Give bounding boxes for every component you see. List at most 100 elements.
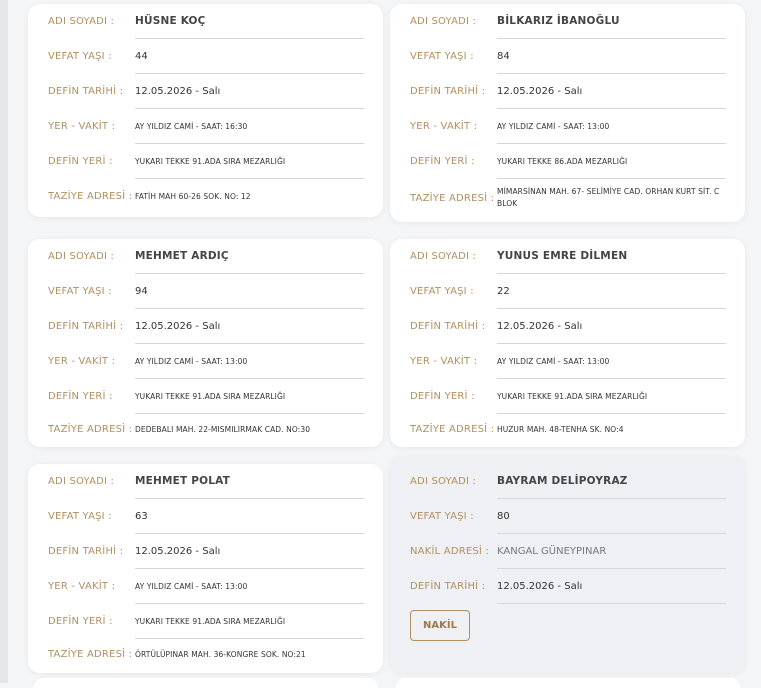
name-row: ADI SOYADI : BİLKARIZ İBANOĞLU (410, 4, 726, 39)
address-row: TAZİYE ADRESİ : ÖRTÜLÜPINAR MAH. 36-KONG… (48, 639, 364, 669)
burial-label: DEFİN YERİ : (410, 391, 475, 402)
name-label: ADI SOYADI : (48, 476, 115, 487)
date-row: DEFİN TARİHİ : 12.05.2026 - Salı (410, 309, 726, 344)
address-row: TAZİYE ADRESİ : HUZUR MAH. 48-TENHA SK. … (410, 414, 726, 444)
name-label: ADI SOYADI : (48, 16, 115, 27)
name-label: ADI SOYADI : (410, 476, 477, 487)
address-value: ÖRTÜLÜPINAR MAH. 36-KONGRE SOK. NO:21 (135, 649, 306, 659)
age-label: VEFAT YAŞI : (48, 511, 112, 522)
name-label: ADI SOYADI : (410, 251, 477, 262)
name-row: ADI SOYADI : MEHMET ARDIÇ (48, 239, 364, 274)
age-label: VEFAT YAŞI : (410, 51, 474, 62)
place-time-value: AY YILDIZ CAMİ - SAAT: 16:30 (135, 109, 364, 144)
date-row: DEFİN TARİHİ : 12.05.2026 - Salı (48, 74, 364, 109)
place-time-value: AY YILDIZ CAMİ - SAAT: 13:00 (135, 569, 364, 604)
transfer-button[interactable]: NAKİL (410, 610, 470, 641)
age-value: 80 (497, 499, 726, 534)
address-label: TAZİYE ADRESİ : (48, 648, 133, 660)
place-time-label: YER - VAKİT : (410, 356, 478, 367)
obituary-card: ADI SOYADI : HÜSNE KOÇ VEFAT YAŞI : 44 D… (28, 4, 383, 217)
name-value: BİLKARIZ İBANOĞLU (497, 4, 726, 39)
place-time-label: YER - VAKİT : (410, 121, 478, 132)
burial-row: DEFİN YERİ : YUKARI TEKKE 91.ADA SIRA ME… (48, 604, 364, 639)
name-row: ADI SOYADI : MEHMET POLAT (48, 464, 364, 499)
date-row: DEFİN TARİHİ : 12.05.2026 - Salı (410, 74, 726, 109)
burial-row: DEFİN YERİ : YUKARI TEKKE 91.ADA SIRA ME… (48, 379, 364, 414)
date-label: DEFİN TARİHİ : (410, 321, 486, 332)
address-label: TAZİYE ADRESİ : (410, 423, 495, 435)
age-value: 94 (135, 274, 364, 309)
name-value: HÜSNE KOÇ (135, 4, 364, 39)
age-row: VEFAT YAŞI : 22 (410, 274, 726, 309)
age-label: VEFAT YAŞI : (48, 286, 112, 297)
name-row: ADI SOYADI : HÜSNE KOÇ (48, 4, 364, 39)
transfer-row: NAKİL ADRESİ : KANGAL GÜNEYPINAR (410, 534, 726, 569)
place-time-row: YER - VAKİT : AY YILDIZ CAMİ - SAAT: 13:… (410, 344, 726, 379)
age-row: VEFAT YAŞI : 44 (48, 39, 364, 74)
date-value: 12.05.2026 - Salı (135, 534, 364, 569)
date-label: DEFİN TARİHİ : (410, 86, 486, 97)
obituary-card: ADI SOYADI : MEHMET ARDIÇ VEFAT YAŞI : 9… (28, 239, 383, 447)
age-value: 44 (135, 39, 364, 74)
date-label: DEFİN TARİHİ : (48, 321, 124, 332)
date-row: DEFİN TARİHİ : 12.05.2026 - Salı (48, 309, 364, 344)
burial-row: DEFİN YERİ : YUKARI TEKKE 91.ADA SIRA ME… (48, 144, 364, 179)
obituary-card-transfer: ADI SOYADI : BAYRAM DELİPOYRAZ VEFAT YAŞ… (390, 456, 745, 673)
burial-value: YUKARI TEKKE 86.ADA MEZARLIĞI (497, 144, 726, 179)
place-time-value: AY YILDIZ CAMİ - SAAT: 13:00 (497, 109, 726, 144)
place-time-row: YER - VAKİT : AY YILDIZ CAMİ - SAAT: 13:… (410, 109, 726, 144)
address-label: TAZİYE ADRESİ : (48, 191, 133, 202)
date-value: 12.05.2026 - Salı (497, 309, 726, 344)
next-card-peek (34, 678, 378, 688)
age-value: 84 (497, 39, 726, 74)
name-value: MEHMET ARDIÇ (135, 239, 364, 274)
address-row: TAZİYE ADRESİ : MİMARSİNAN MAH. 67- SELİ… (410, 179, 726, 217)
date-value: 12.05.2026 - Salı (497, 569, 726, 604)
place-time-row: YER - VAKİT : AY YILDIZ CAMİ - SAAT: 16:… (48, 109, 364, 144)
obituary-card: ADI SOYADI : MEHMET POLAT VEFAT YAŞI : 6… (28, 464, 383, 673)
place-time-row: YER - VAKİT : AY YILDIZ CAMİ - SAAT: 13:… (48, 344, 364, 379)
date-value: 12.05.2026 - Salı (135, 309, 364, 344)
name-value: MEHMET POLAT (135, 464, 364, 499)
place-time-value: AY YILDIZ CAMİ - SAAT: 13:00 (497, 344, 726, 379)
address-label: TAZİYE ADRESİ : (48, 423, 133, 435)
address-value: FATİH MAH 60-26 SOK. NO: 12 (135, 192, 251, 201)
address-row: TAZİYE ADRESİ : FATİH MAH 60-26 SOK. NO:… (48, 179, 364, 214)
burial-value: YUKARI TEKKE 91.ADA SIRA MEZARLIĞI (497, 379, 726, 414)
obituary-card: ADI SOYADI : YUNUS EMRE DİLMEN VEFAT YAŞ… (390, 239, 745, 447)
date-row: DEFİN TARİHİ : 12.05.2026 - Salı (410, 569, 726, 604)
burial-row: DEFİN YERİ : YUKARI TEKKE 91.ADA SIRA ME… (410, 379, 726, 414)
place-time-label: YER - VAKİT : (48, 356, 116, 367)
date-label: DEFİN TARİHİ : (410, 581, 486, 592)
burial-value: YUKARI TEKKE 91.ADA SIRA MEZARLIĞI (135, 604, 364, 639)
name-value: YUNUS EMRE DİLMEN (497, 239, 726, 274)
age-row: VEFAT YAŞI : 84 (410, 39, 726, 74)
burial-label: DEFİN YERİ : (48, 616, 113, 627)
place-time-row: YER - VAKİT : AY YILDIZ CAMİ - SAAT: 13:… (48, 569, 364, 604)
burial-value: YUKARI TEKKE 91.ADA SIRA MEZARLIĞI (135, 379, 364, 414)
place-time-label: YER - VAKİT : (48, 121, 116, 132)
age-row: VEFAT YAŞI : 63 (48, 499, 364, 534)
burial-label: DEFİN YERİ : (410, 156, 475, 167)
age-value: 22 (497, 274, 726, 309)
address-value: DEDEBALI MAH. 22-MISMILIRMAK CAD. NO:30 (135, 424, 311, 434)
age-label: VEFAT YAŞI : (410, 286, 474, 297)
age-label: VEFAT YAŞI : (410, 511, 474, 522)
burial-label: DEFİN YERİ : (48, 156, 113, 167)
age-row: VEFAT YAŞI : 80 (410, 499, 726, 534)
place-time-value: AY YILDIZ CAMİ - SAAT: 13:00 (135, 344, 364, 379)
transfer-label: NAKİL ADRESİ : (410, 546, 490, 557)
scroll-edge (0, 0, 8, 683)
date-label: DEFİN TARİHİ : (48, 86, 124, 97)
name-label: ADI SOYADI : (410, 16, 477, 27)
name-row: ADI SOYADI : BAYRAM DELİPOYRAZ (410, 464, 726, 499)
address-value: HUZUR MAH. 48-TENHA SK. NO:4 (497, 424, 624, 434)
name-value: BAYRAM DELİPOYRAZ (497, 464, 726, 499)
burial-label: DEFİN YERİ : (48, 391, 113, 402)
name-label: ADI SOYADI : (48, 251, 115, 262)
transfer-value: KANGAL GÜNEYPINAR (497, 534, 726, 569)
age-row: VEFAT YAŞI : 94 (48, 274, 364, 309)
date-value: 12.05.2026 - Salı (497, 74, 726, 109)
date-label: DEFİN TARİHİ : (48, 546, 124, 557)
name-row: ADI SOYADI : YUNUS EMRE DİLMEN (410, 239, 726, 274)
